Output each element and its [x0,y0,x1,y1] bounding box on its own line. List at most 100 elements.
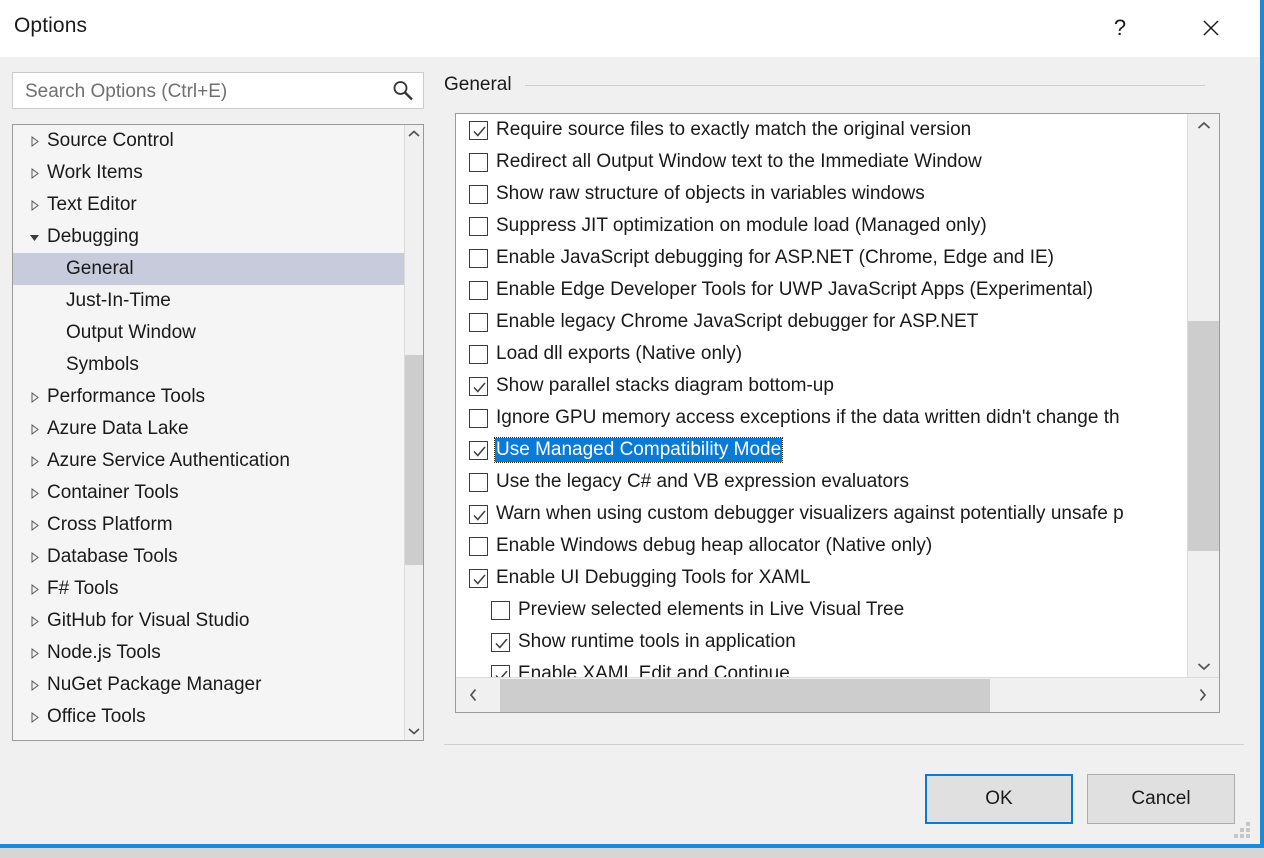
option-label: Enable UI Debugging Tools for XAML [496,567,811,588]
checkbox-unchecked-icon[interactable] [469,408,488,428]
option-label: Show parallel stacks diagram bottom-up [496,375,834,396]
tree-item-database-tools[interactable]: Database Tools [13,541,404,573]
checkbox-checked-icon[interactable] [469,504,488,524]
options-tree-list[interactable]: Source Control Work Items Text Editor Debug… [13,125,404,740]
tree-item-general[interactable]: General [13,253,404,285]
checkbox-unchecked-icon[interactable] [469,280,488,300]
tree-item-azure-service-authentication[interactable]: Azure Service Authentication [13,445,404,477]
chevron-collapsed-icon[interactable] [29,125,43,157]
search-box[interactable] [12,72,424,110]
checkbox-unchecked-icon[interactable] [469,184,488,204]
option-row[interactable]: Show raw structure of objects in variabl… [456,178,1187,210]
tree-item-nuget-package-manager[interactable]: NuGet Package Manager [13,669,404,701]
tree-item-source-control[interactable]: Source Control [13,125,404,157]
tree-item-github-for-visual-studio[interactable]: GitHub for Visual Studio [13,605,404,637]
footer-divider [444,744,1244,745]
tree-item-f-tools[interactable]: F# Tools [13,573,404,605]
checkbox-checked-icon[interactable] [491,632,510,652]
chevron-collapsed-icon[interactable] [29,445,43,477]
tree-item-azure-data-lake[interactable]: Azure Data Lake [13,413,404,445]
checkbox-unchecked-icon[interactable] [469,312,488,332]
chevron-collapsed-icon[interactable] [29,157,43,189]
tree-item-cross-platform[interactable]: Cross Platform [13,509,404,541]
scroll-right-icon[interactable] [1185,678,1219,712]
chevron-collapsed-icon[interactable] [29,509,43,541]
checkbox-unchecked-icon[interactable] [469,248,488,268]
options-vertical-scrollbar[interactable] [1187,114,1219,677]
option-row[interactable]: Enable legacy Chrome JavaScript debugger… [456,306,1187,338]
options-horizontal-scrollbar[interactable] [456,677,1219,712]
option-row[interactable]: Use Managed Compatibility Mode [456,434,1187,466]
option-label: Enable Edge Developer Tools for UWP Java… [496,279,1094,300]
tree-item-label: Just-In-Time [66,290,171,311]
resize-grip[interactable] [1234,822,1250,838]
option-row[interactable]: Enable Edge Developer Tools for UWP Java… [456,274,1187,306]
option-row[interactable]: Preview selected elements in Live Visual… [456,594,1187,626]
checkbox-unchecked-icon[interactable] [469,472,488,492]
checkbox-unchecked-icon[interactable] [469,152,488,172]
scroll-down-icon[interactable] [405,722,423,740]
chevron-collapsed-icon[interactable] [29,637,43,669]
help-button[interactable]: ? [1097,0,1143,56]
option-row[interactable]: Enable JavaScript debugging for ASP.NET … [456,242,1187,274]
checkbox-checked-icon[interactable] [491,664,510,677]
tree-vertical-scrollbar[interactable] [404,125,423,740]
tree-item-text-editor[interactable]: Text Editor [13,189,404,221]
checkbox-checked-icon[interactable] [469,376,488,396]
chevron-collapsed-icon[interactable] [29,413,43,445]
chevron-expanded-icon[interactable] [29,221,43,253]
chevron-collapsed-icon[interactable] [29,605,43,637]
tree-item-container-tools[interactable]: Container Tools [13,477,404,509]
tree-item-performance-tools[interactable]: Performance Tools [13,381,404,413]
tree-item-output-window[interactable]: Output Window [13,317,404,349]
option-row[interactable]: Load dll exports (Native only) [456,338,1187,370]
option-row[interactable]: Warn when using custom debugger visualiz… [456,498,1187,530]
option-row[interactable]: Ignore GPU memory access exceptions if t… [456,402,1187,434]
option-label: Enable XAML Edit and Continue [518,663,790,677]
search-input[interactable] [23,73,382,110]
option-row[interactable]: Redirect all Output Window text to the I… [456,146,1187,178]
checkbox-checked-icon[interactable] [469,440,488,460]
option-row[interactable]: Use the legacy C# and VB expression eval… [456,466,1187,498]
options-hscrollbar-thumb[interactable] [500,679,990,712]
ok-button[interactable]: OK [925,774,1073,824]
option-row[interactable]: Show parallel stacks diagram bottom-up [456,370,1187,402]
tree-item-label: Text Editor [47,194,137,215]
options-checkbox-list[interactable]: Require source files to exactly match th… [456,114,1187,677]
tree-item-work-items[interactable]: Work Items [13,157,404,189]
tree-scrollbar-thumb[interactable] [405,355,423,565]
chevron-collapsed-icon[interactable] [29,701,43,733]
chevron-collapsed-icon[interactable] [29,573,43,605]
option-label: Suppress JIT optimization on module load… [496,215,987,236]
cancel-button[interactable]: Cancel [1087,774,1235,824]
tree-item-symbols[interactable]: Symbols [13,349,404,381]
option-row[interactable]: Enable Windows debug heap allocator (Nat… [456,530,1187,562]
option-row[interactable]: Show runtime tools in application [456,626,1187,658]
option-row[interactable]: Require source files to exactly match th… [456,114,1187,146]
tree-item-office-tools[interactable]: Office Tools [13,701,404,733]
scroll-up-icon[interactable] [405,125,423,143]
checkbox-unchecked-icon[interactable] [491,600,510,620]
options-scrollbar-thumb[interactable] [1188,321,1219,551]
tree-item-debugging[interactable]: Debugging [13,221,404,253]
tree-item-node-js-tools[interactable]: Node.js Tools [13,637,404,669]
scroll-down-icon[interactable] [1188,655,1219,677]
option-row[interactable]: Enable UI Debugging Tools for XAML [456,562,1187,594]
scroll-up-icon[interactable] [1188,114,1219,136]
close-button[interactable] [1188,0,1234,56]
chevron-collapsed-icon[interactable] [29,541,43,573]
checkbox-unchecked-icon[interactable] [469,216,488,236]
chevron-collapsed-icon[interactable] [29,189,43,221]
chevron-collapsed-icon[interactable] [29,477,43,509]
option-row[interactable]: Enable XAML Edit and Continue [456,658,1187,677]
chevron-collapsed-icon[interactable] [29,381,43,413]
option-row[interactable]: Suppress JIT optimization on module load… [456,210,1187,242]
checkbox-unchecked-icon[interactable] [469,536,488,556]
scroll-left-icon[interactable] [456,678,490,712]
tree-item-just-in-time[interactable]: Just-In-Time [13,285,404,317]
option-label: Ignore GPU memory access exceptions if t… [496,407,1120,428]
checkbox-checked-icon[interactable] [469,120,488,140]
checkbox-checked-icon[interactable] [469,568,488,588]
chevron-collapsed-icon[interactable] [29,669,43,701]
checkbox-unchecked-icon[interactable] [469,344,488,364]
